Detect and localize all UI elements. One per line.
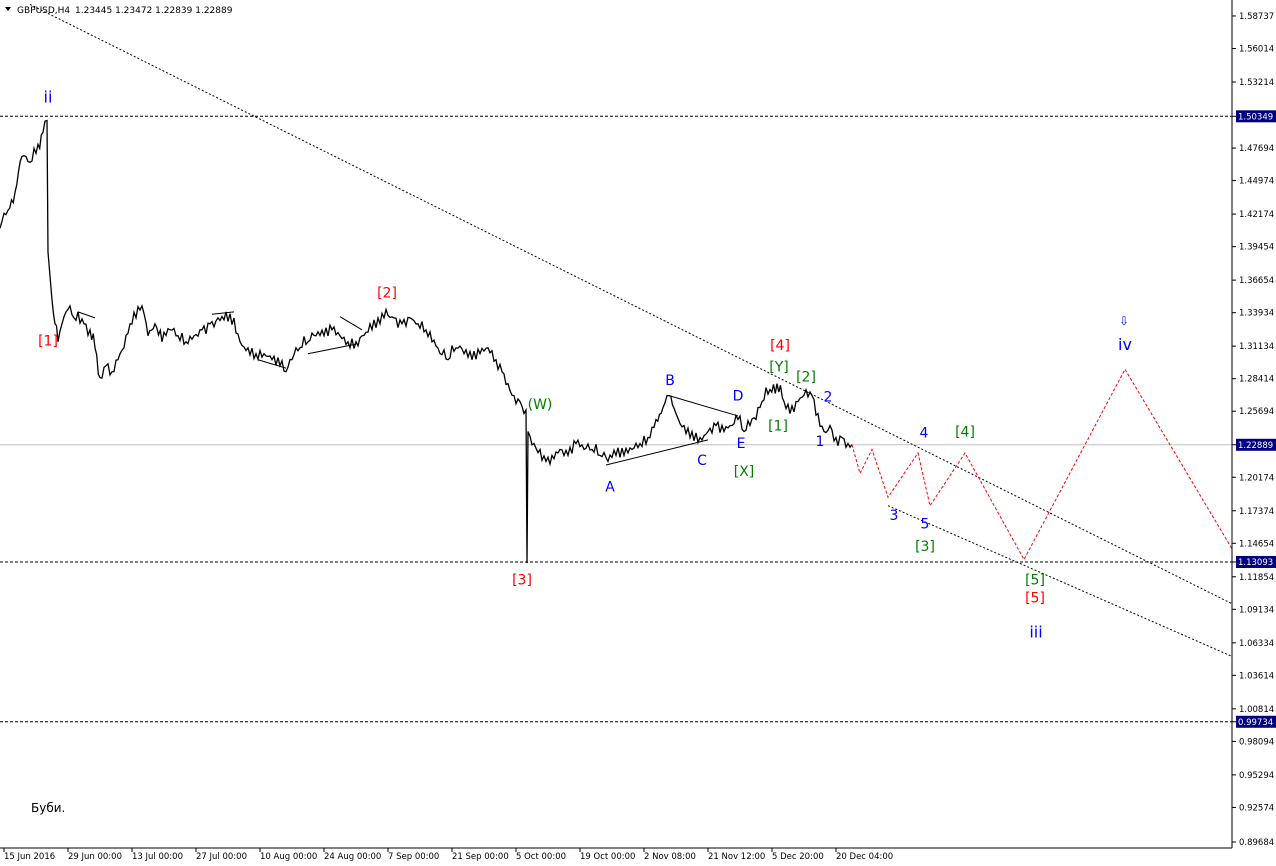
price-tick-label: 1.42174	[1239, 210, 1274, 220]
wave-label: [4]	[955, 424, 975, 440]
time-tick-label: 13 Jul 00:00	[132, 852, 183, 862]
wave-label: iv	[1118, 335, 1132, 354]
time-tick-label: 5 Oct 00:00	[516, 852, 566, 862]
price-tick-label: 1.28414	[1239, 375, 1274, 385]
price-tick-label: 1.53214	[1239, 78, 1274, 88]
price-badge-label: 1.13093	[1238, 558, 1273, 568]
time-tick-label: 19 Oct 00:00	[580, 852, 635, 862]
price-tick-label: 0.95294	[1239, 771, 1274, 781]
time-tick-label: 15 Jun 2016	[4, 852, 55, 862]
wave-label: 1	[816, 434, 825, 450]
wave-label: A	[605, 479, 615, 495]
wave-label: [1]	[768, 418, 788, 434]
wave-label: C	[697, 453, 707, 469]
price-tick-label: 1.31134	[1239, 342, 1274, 352]
wave-label: E	[737, 436, 746, 452]
wave-label: ii	[44, 88, 53, 107]
time-tick-label: 2 Nov 08:00	[644, 852, 696, 862]
price-badge-label: 1.22889	[1238, 441, 1273, 451]
wave-label: [2]	[377, 286, 397, 302]
price-tick-label: 1.39454	[1239, 243, 1274, 253]
time-tick-label: 20 Dec 04:00	[836, 852, 893, 862]
wave-label: [5]	[1025, 573, 1045, 589]
ohlc-quotes: 1.23445 1.23472 1.22839 1.22889	[75, 6, 233, 16]
wave-label: [Y]	[769, 360, 788, 376]
wave-label: 3	[890, 508, 899, 524]
time-tick-label: 21 Sep 00:00	[452, 852, 509, 862]
price-tick-label: 0.92574	[1239, 803, 1274, 813]
time-tick-label: 7 Sep 00:00	[388, 852, 439, 862]
wave-label: [3]	[915, 539, 935, 555]
wave-label: [X]	[734, 464, 755, 480]
price-badge-label: 1.50349	[1238, 112, 1273, 122]
wave-label: 2	[824, 390, 833, 406]
price-tick-label: 1.03614	[1239, 671, 1274, 681]
price-tick-label: 1.47694	[1239, 144, 1274, 154]
price-tick-label: 1.25694	[1239, 407, 1274, 417]
price-tick-label: 1.17374	[1239, 507, 1274, 517]
time-tick-label: 24 Aug 00:00	[324, 852, 381, 862]
wave-label: (W)	[528, 397, 553, 413]
price-tick-label: 1.20174	[1239, 473, 1274, 483]
price-tick-label: 1.09134	[1239, 605, 1274, 615]
price-tick-label: 1.36654	[1239, 276, 1274, 286]
time-tick-label: 10 Aug 00:00	[260, 852, 317, 862]
price-tick-label: 1.58737	[1239, 12, 1274, 22]
time-tick-label: 5 Dec 20:00	[772, 852, 824, 862]
symbol-label: GBPUSD,H4	[17, 6, 70, 16]
price-chart[interactable]: ii [1] [2] [3] (W) A B C D E [X] [1] [Y] [4] [2] 2 1 4 [4]…	[0, 0, 1276, 866]
time-tick-label: 29 Jun 00:00	[68, 852, 122, 862]
wave-label: [4]	[770, 338, 790, 354]
chart-background	[0, 0, 1276, 866]
wave-label: ⇩	[1119, 314, 1129, 328]
price-tick-label: 1.14654	[1239, 539, 1274, 549]
chart-window[interactable]: ii [1] [2] [3] (W) A B C D E [X] [1] [Y] [4] [2] 2 1 4 [4]…	[0, 0, 1276, 866]
time-tick-label: 27 Jul 00:00	[196, 852, 247, 862]
wave-label: D	[733, 388, 744, 404]
price-tick-label: 1.06334	[1239, 639, 1274, 649]
wave-label: B	[665, 373, 675, 389]
chart-note: Буби.	[31, 801, 65, 815]
price-tick-label: 0.98094	[1239, 737, 1274, 747]
wave-label: [1]	[38, 333, 58, 349]
wave-label: 5	[921, 516, 930, 532]
price-tick-label: 1.00814	[1239, 705, 1274, 715]
price-tick-label: 1.33934	[1239, 309, 1274, 319]
chart-header: GBPUSD,H4 1.23445 1.23472 1.22839 1.2288…	[5, 6, 233, 16]
time-tick-label: 21 Nov 12:00	[708, 852, 765, 862]
wave-label: [2]	[796, 369, 816, 385]
wave-label: 4	[920, 425, 929, 441]
wave-label: [3]	[512, 573, 532, 589]
price-badge-label: 0.99734	[1238, 718, 1273, 728]
price-tick-label: 1.44974	[1239, 177, 1274, 187]
price-tick-label: 0.89684	[1239, 838, 1274, 848]
wave-label: [5]	[1025, 591, 1045, 607]
wave-label: iii	[1029, 622, 1042, 641]
price-tick-label: 1.56014	[1239, 45, 1274, 55]
price-tick-label: 1.11854	[1239, 573, 1274, 583]
